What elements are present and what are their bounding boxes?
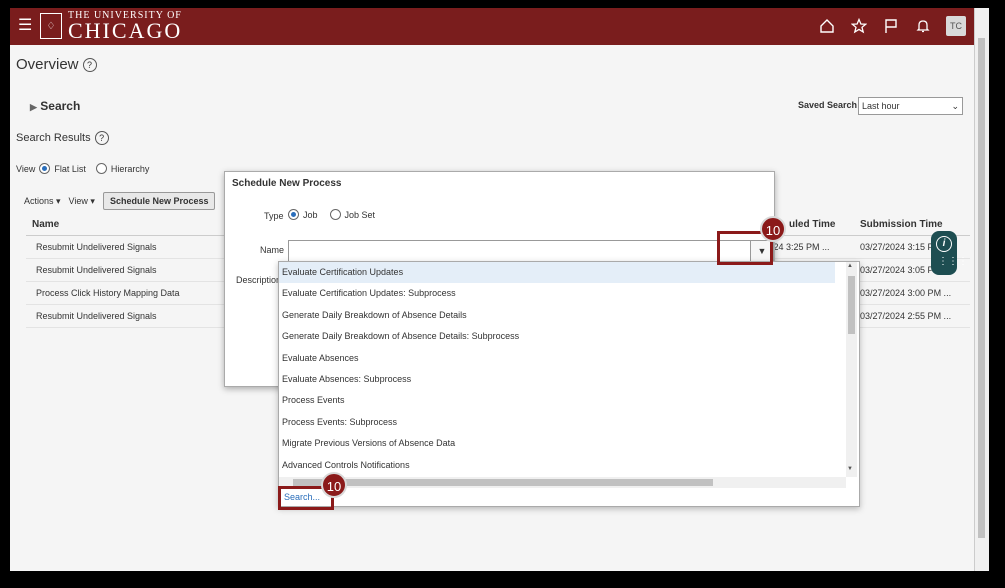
flat-list-label: Flat List: [54, 163, 86, 174]
list-item[interactable]: Evaluate Certification Updates: Subproce…: [279, 283, 835, 304]
row-submitted: 03/27/2024 3:15 P: [860, 242, 934, 252]
results-toolbar: Actions ▾ View ▾ Schedule New Process: [24, 192, 216, 210]
row-submitted: 03/27/2024 3:00 PM ...: [860, 288, 952, 298]
list-item[interactable]: Migrate Previous Versions of Absence Dat…: [279, 433, 835, 454]
type-label: Type: [264, 211, 284, 221]
scroll-up-icon[interactable]: ▲: [847, 263, 853, 269]
flat-list-radio[interactable]: [39, 163, 51, 174]
list-item[interactable]: Generate Daily Breakdown of Absence Deta…: [279, 326, 835, 347]
callout-step-badge: 10: [760, 216, 786, 242]
name-input[interactable]: ▼: [288, 240, 774, 262]
column-header-submission[interactable]: Submission Time: [860, 219, 943, 230]
name-label: Name: [260, 245, 285, 255]
column-header-scheduled[interactable]: uled Time: [789, 219, 836, 230]
list-item[interactable]: Evaluate Absences: Subprocess: [279, 369, 835, 390]
search-toggle[interactable]: ▶ Search: [30, 99, 80, 113]
help-icon[interactable]: ?: [82, 58, 97, 73]
page-scrollbar[interactable]: [974, 8, 989, 571]
info-assistant-badge[interactable]: i ⋮⋮⋮: [931, 231, 968, 275]
list-item[interactable]: Evaluate Certification Updates: [279, 262, 835, 284]
star-icon[interactable]: [850, 17, 868, 35]
type-job-radio[interactable]: [288, 209, 299, 220]
list-item[interactable]: Process Events: Subprocess: [279, 412, 835, 433]
top-bar: ☰ ♢ THE UNIVERSITY OF CHICAGO TC: [10, 8, 974, 45]
row-name: Resubmit Undelivered Signals: [36, 311, 157, 321]
row-submitted: 03/27/2024 2:55 PM ...: [860, 311, 952, 321]
view-label: View: [16, 163, 36, 174]
hierarchy-radio[interactable]: [95, 163, 107, 174]
dropdown-horizontal-scrollbar[interactable]: [279, 477, 846, 488]
dialog-title: Schedule New Process: [232, 178, 342, 189]
page-title: Overview?: [16, 56, 97, 73]
dropdown-hscroll-thumb[interactable]: [293, 479, 713, 486]
saved-search-label: Saved Search: [798, 100, 858, 110]
results-title-text: Search Results: [16, 131, 91, 144]
row-submitted: 03/27/2024 3:05 P: [860, 265, 934, 275]
home-icon[interactable]: [818, 17, 836, 35]
view-mode-row: View Flat List Hierarchy: [16, 163, 149, 174]
type-job-label: Job: [303, 209, 318, 220]
list-item[interactable]: Generate Daily Breakdown of Absence Deta…: [279, 305, 835, 326]
view-menu[interactable]: View ▾: [69, 196, 95, 207]
dropdown-options: Evaluate Certification Updates Evaluate …: [279, 262, 835, 477]
flag-icon[interactable]: [882, 17, 900, 35]
row-name: Resubmit Undelivered Signals: [36, 265, 157, 275]
type-jobset-label: Job Set: [344, 209, 376, 220]
university-logo[interactable]: ♢ THE UNIVERSITY OF CHICAGO: [40, 11, 183, 43]
hierarchy-label: Hierarchy: [110, 163, 150, 174]
type-jobset-radio[interactable]: [329, 209, 341, 220]
schedule-new-process-button[interactable]: Schedule New Process: [102, 192, 216, 210]
saved-search-select[interactable]: Last hour ⌄: [858, 97, 963, 115]
logo-line2: CHICAGO: [68, 18, 183, 43]
name-dropdown-list: Evaluate Certification Updates Evaluate …: [278, 261, 860, 507]
help-icon[interactable]: ?: [94, 131, 109, 145]
list-item[interactable]: Evaluate Absences: [279, 348, 835, 369]
top-icons: TC: [818, 16, 966, 36]
dropdown-vertical-scrollbar[interactable]: ▲ ▼: [846, 262, 857, 477]
list-item[interactable]: Process Events: [279, 390, 835, 411]
saved-search-value: Last hour: [862, 101, 900, 111]
bell-icon[interactable]: [914, 17, 932, 35]
chevron-down-icon: ⌄: [951, 101, 959, 111]
keypad-icon: ⋮⋮⋮: [938, 256, 968, 267]
info-icon: i: [936, 236, 952, 252]
description-label: Description: [236, 275, 282, 285]
list-item[interactable]: Advanced Controls Notifications: [279, 455, 835, 476]
avatar[interactable]: TC: [946, 16, 966, 36]
row-name: Process Click History Mapping Data: [36, 288, 180, 298]
search-label: Search: [40, 99, 81, 113]
page-title-text: Overview: [16, 56, 79, 73]
row-name: Resubmit Undelivered Signals: [36, 242, 157, 252]
dropdown-vscroll-thumb[interactable]: [848, 276, 855, 334]
actions-menu[interactable]: Actions ▾: [24, 196, 61, 207]
scroll-down-icon[interactable]: ▼: [847, 466, 853, 472]
type-options: Job Job Set: [288, 209, 375, 220]
hamburger-menu-icon[interactable]: ☰: [18, 18, 32, 34]
search-results-title: Search Results?: [16, 131, 109, 145]
column-header-name[interactable]: Name: [32, 219, 59, 230]
triangle-right-icon: ▶: [30, 102, 37, 112]
crest-icon: ♢: [40, 13, 62, 39]
callout-step-badge: 10: [321, 472, 347, 498]
page-scrollbar-thumb[interactable]: [978, 38, 985, 538]
